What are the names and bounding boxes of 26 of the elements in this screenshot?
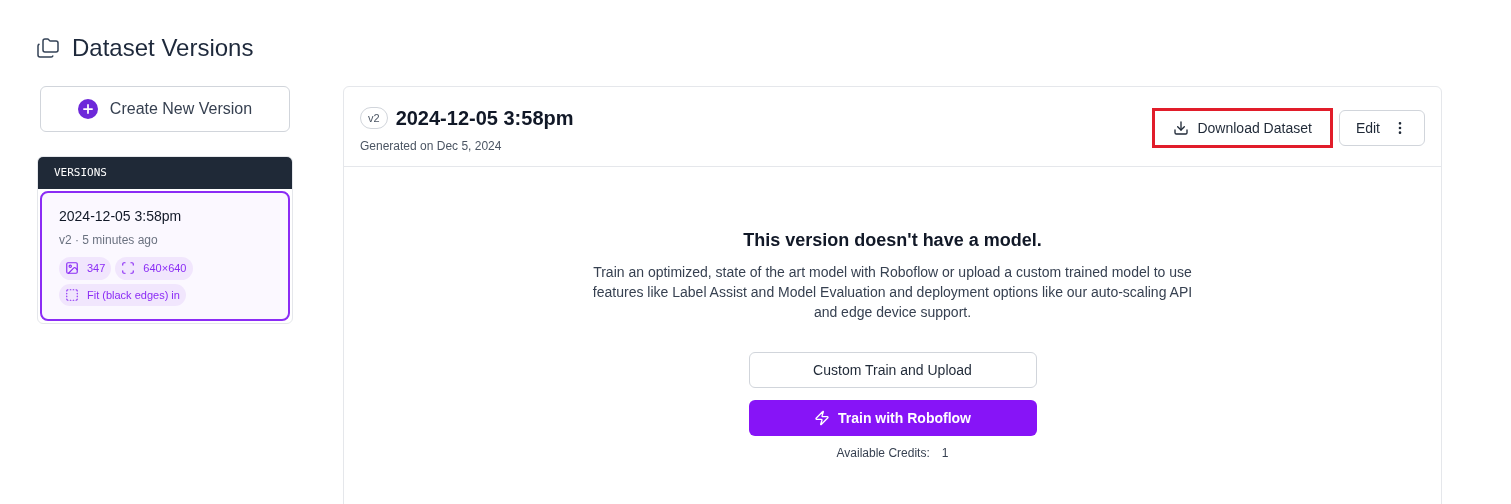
lightning-icon [814, 410, 830, 426]
image-icon [65, 261, 79, 276]
tag-label: 347 [87, 261, 106, 276]
download-button[interactable]: Download Dataset [1152, 108, 1333, 148]
version-name: 2024-12-05 3:58pm [59, 207, 183, 226]
download-icon [1173, 120, 1190, 136]
version-subtitle: Generated on Dec 5, 2024 [360, 138, 503, 155]
version-meta: v2 · 5 minutes ago [59, 232, 159, 249]
frame-icon [121, 261, 136, 276]
panel-title: VERSIONS [54, 164, 107, 181]
crop-icon [65, 287, 79, 302]
version-title: 2024-12-05 3:58pm [395, 106, 574, 131]
empty-description: Train an optimized, state of the art model with Roboflow or upload a custom trained model to use features like Label Assist and Model Evaluation and deployment options like our auto-scaling API and edge device support. [592, 263, 1193, 322]
custom-train-button[interactable]: Custom Train and Upload [748, 352, 1037, 388]
credits-value: 1 [941, 445, 949, 462]
tag-label: 640×640 [143, 261, 187, 276]
plus-icon [77, 99, 98, 119]
page-title: Dataset Versions [72, 33, 254, 63]
tag-label: Fit (black edges) in [87, 287, 180, 303]
version-card[interactable]: 2024-12-05 3:58pm v2 · 5 minutes ago 347 640×640 Fit (black edges) in [40, 191, 290, 321]
empty-title: This version doesn't have a model. [743, 229, 1042, 252]
edit-button[interactable]: Edit [1338, 110, 1425, 146]
create-version-button[interactable]: Create New Version [40, 86, 290, 132]
train-button[interactable]: Train with Roboflow [748, 400, 1037, 436]
credits-label: Available Credits: [836, 445, 930, 462]
folder-icon [36, 36, 60, 60]
